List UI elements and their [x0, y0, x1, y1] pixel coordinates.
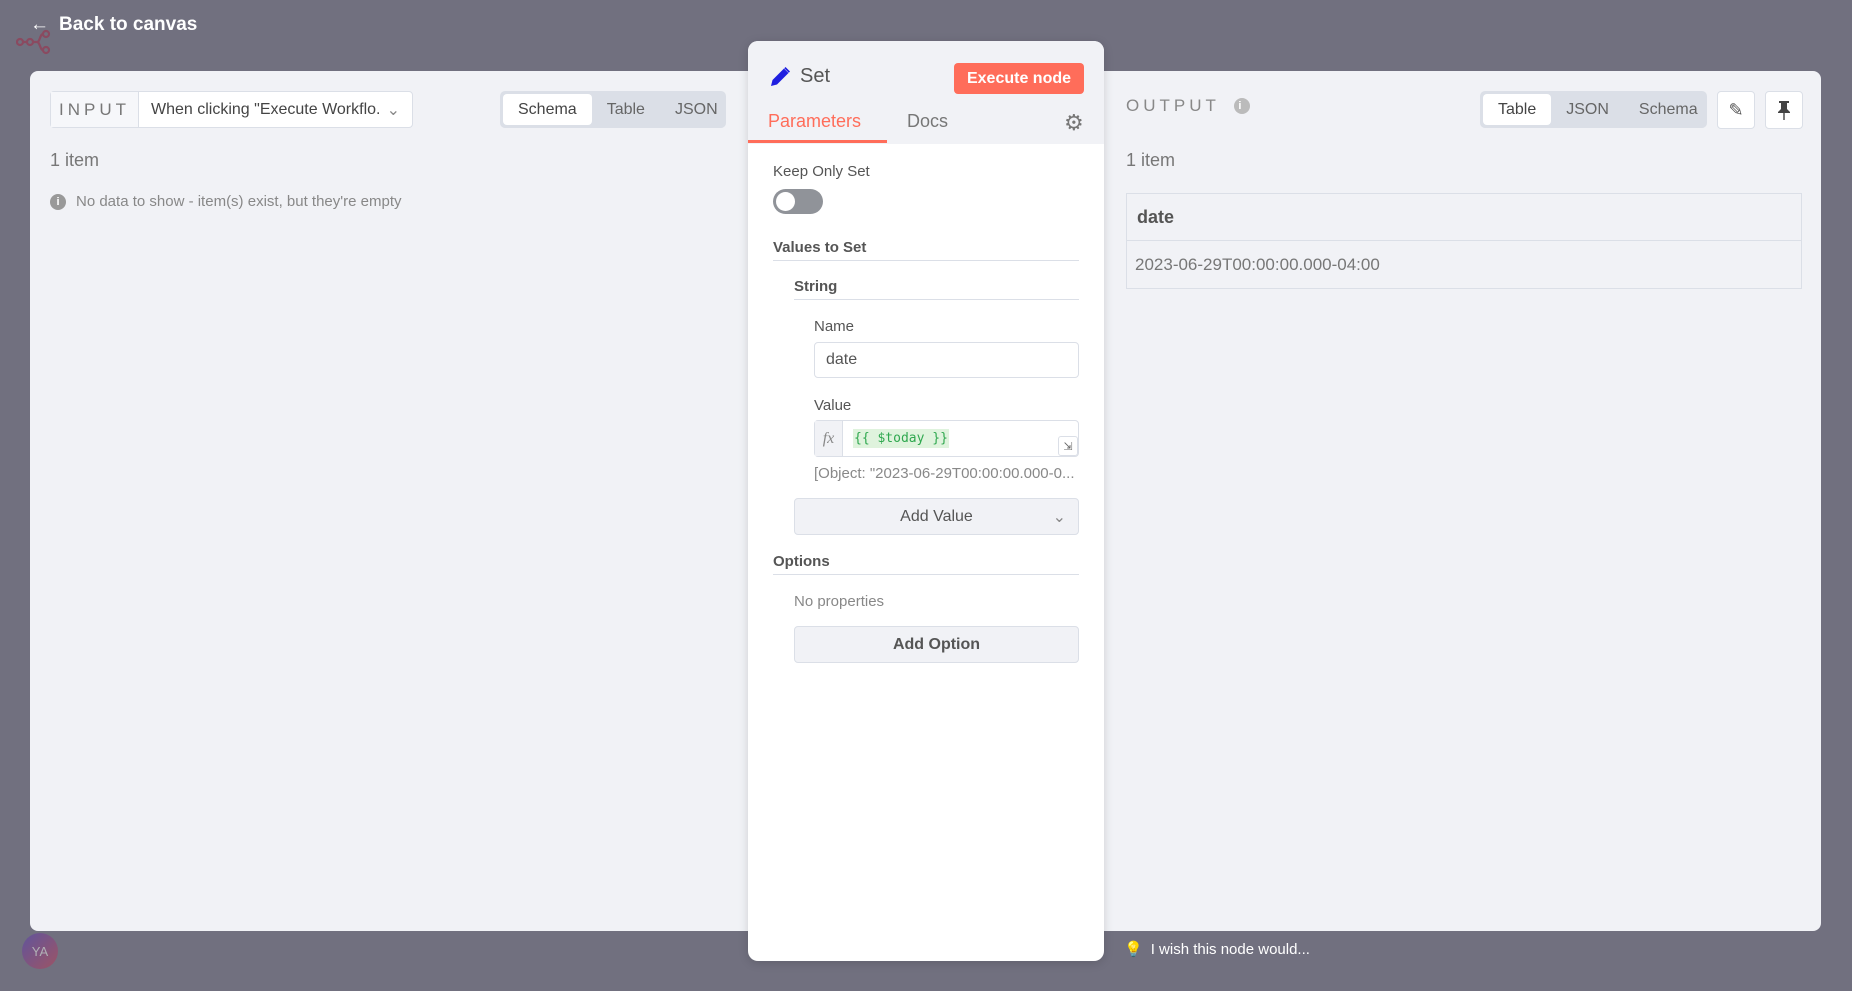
value-label: Value — [814, 397, 852, 414]
add-value-button[interactable]: Add Value ⌄ — [794, 498, 1079, 535]
input-tab-table[interactable]: Table — [592, 94, 660, 125]
info-icon[interactable]: i — [1233, 98, 1250, 114]
expression-text: {{ $today }} — [853, 429, 949, 448]
arrow-left-icon: ← — [30, 14, 49, 35]
info-icon: i — [50, 193, 66, 210]
output-table: date 2023-06-29T00:00:00.000-04:00 — [1126, 193, 1802, 289]
avatar[interactable]: YA — [22, 933, 58, 969]
input-empty-message: i No data to show - item(s) exist, but t… — [50, 193, 402, 210]
chevron-down-icon: ⌄ — [1052, 508, 1066, 526]
values-to-set-heading: Values to Set — [773, 239, 1079, 261]
no-properties-text: No properties — [794, 593, 885, 610]
gear-icon[interactable]: ⚙ — [1064, 110, 1084, 136]
lightbulb-icon: 💡 — [1124, 941, 1143, 958]
output-tab-schema[interactable]: Schema — [1624, 94, 1713, 125]
input-tab-schema[interactable]: Schema — [503, 94, 592, 125]
value-preview: [Object: "2023-06-29T00:00:00.000-0... — [814, 465, 1075, 482]
options-heading: Options — [773, 553, 1079, 575]
input-item-count: 1 item — [50, 150, 100, 170]
tab-parameters[interactable]: Parameters — [768, 111, 861, 132]
output-tab-json[interactable]: JSON — [1551, 94, 1624, 125]
pin-output-button[interactable] — [1765, 91, 1803, 129]
pencil-icon — [771, 67, 790, 86]
input-header: INPUT When clicking "Execute Workflo. ⌄ — [50, 91, 413, 128]
table-header-date: date — [1127, 194, 1801, 241]
tab-docs[interactable]: Docs — [907, 111, 948, 132]
execute-node-button[interactable]: Execute node — [954, 63, 1084, 94]
table-cell: 2023-06-29T00:00:00.000-04:00 — [1135, 254, 1380, 274]
add-option-button[interactable]: Add Option — [794, 626, 1079, 663]
name-input[interactable]: date — [814, 342, 1079, 378]
string-heading: String — [794, 278, 1079, 300]
fx-icon: fx — [815, 421, 843, 456]
chevron-down-icon: ⌄ — [386, 101, 400, 119]
pencil-icon: ✎ — [1728, 99, 1744, 120]
keep-only-set-label: Keep Only Set — [773, 163, 870, 180]
input-tab-json[interactable]: JSON — [660, 94, 733, 125]
expand-expression-icon[interactable]: ⇲ — [1058, 436, 1078, 456]
node-title[interactable]: Set — [800, 65, 830, 88]
output-tab-table[interactable]: Table — [1483, 94, 1552, 125]
output-view-tabs: Table JSON Schema — [1480, 91, 1707, 128]
input-node-select[interactable]: When clicking "Execute Workflo. ⌄ — [139, 92, 412, 127]
feedback-link[interactable]: 💡 I wish this node would... — [1124, 940, 1310, 959]
name-label: Name — [814, 318, 855, 335]
value-expression-input[interactable]: fx {{ $today }} ⇲ — [814, 420, 1079, 457]
active-tab-indicator — [748, 140, 887, 143]
output-header: OUTPUT i — [1126, 96, 1250, 116]
edit-output-button[interactable]: ✎ — [1717, 91, 1755, 129]
keep-only-set-toggle[interactable] — [773, 189, 823, 214]
node-settings-panel: Set Execute node Parameters Docs ⚙ Keep … — [748, 41, 1104, 961]
input-view-tabs: Schema Table JSON — [500, 91, 726, 128]
input-label: INPUT — [51, 92, 139, 127]
output-item-count: 1 item — [1126, 150, 1176, 170]
back-to-canvas-button[interactable]: ← Back to canvas — [30, 14, 197, 36]
pin-icon — [1778, 101, 1790, 120]
